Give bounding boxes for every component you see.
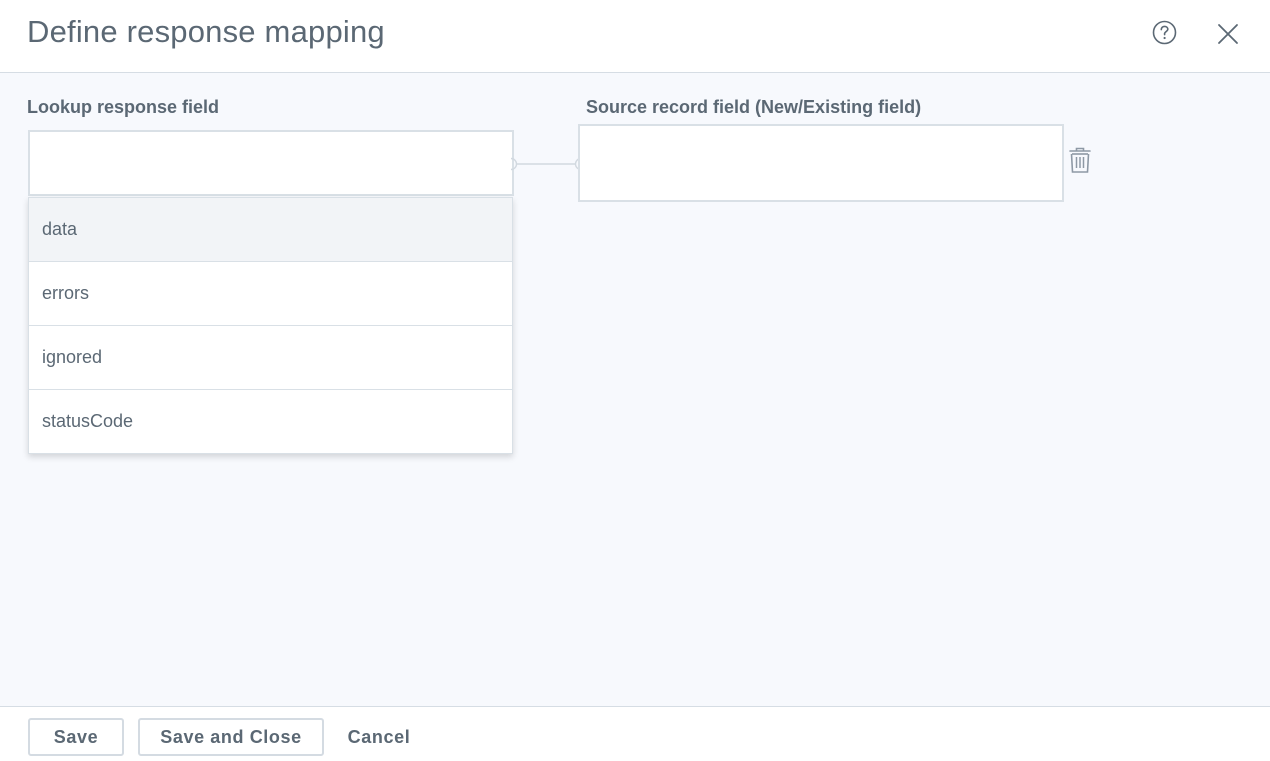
dropdown-option-data[interactable]: data xyxy=(29,198,512,262)
source-record-input[interactable] xyxy=(580,126,1062,200)
close-icon xyxy=(1218,24,1238,44)
mapping-connector xyxy=(510,157,582,171)
dropdown-option-ignored[interactable]: ignored xyxy=(29,326,512,390)
lookup-response-field[interactable] xyxy=(28,130,514,196)
dropdown-option-errors[interactable]: errors xyxy=(29,262,512,326)
response-mapping-dialog: Define response mapping Lookup response … xyxy=(0,0,1270,761)
dialog-title: Define response mapping xyxy=(27,14,385,49)
lookup-field-dropdown: data errors ignored statusCode xyxy=(28,197,513,454)
dialog-footer: Save Save and Close Cancel xyxy=(0,706,1270,761)
help-button[interactable] xyxy=(1152,20,1177,45)
close-button[interactable] xyxy=(1217,23,1239,45)
delete-mapping-button[interactable] xyxy=(1068,146,1092,174)
save-and-close-button[interactable]: Save and Close xyxy=(138,718,324,756)
help-circle-icon xyxy=(1152,20,1177,45)
source-record-field-label: Source record field (New/Existing field) xyxy=(586,97,922,117)
source-record-field[interactable] xyxy=(578,124,1064,202)
mapping-content: Lookup response field Source record fiel… xyxy=(0,73,1270,706)
trash-icon xyxy=(1069,147,1091,173)
dialog-header: Define response mapping xyxy=(0,0,1270,73)
cancel-button[interactable]: Cancel xyxy=(340,718,418,756)
save-button[interactable]: Save xyxy=(28,718,124,756)
dropdown-option-statuscode[interactable]: statusCode xyxy=(29,390,512,453)
lookup-response-field-label: Lookup response field xyxy=(27,97,220,117)
lookup-response-input[interactable] xyxy=(30,132,512,194)
